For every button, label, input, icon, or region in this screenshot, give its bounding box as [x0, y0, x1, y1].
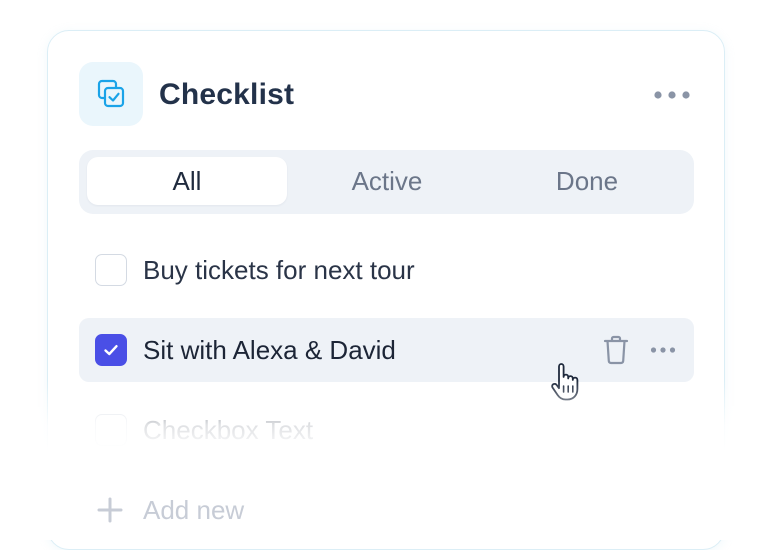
item-checkbox[interactable]: [95, 414, 127, 446]
list-item[interactable]: Checkbox Text: [79, 398, 694, 462]
trash-icon: [603, 335, 629, 365]
item-label: Sit with Alexa & David: [143, 335, 396, 365]
tab-active[interactable]: Active: [287, 157, 487, 205]
checklist-icon-box: [79, 62, 143, 126]
item-checkbox[interactable]: [95, 334, 127, 366]
tab-all[interactable]: All: [87, 157, 287, 205]
item-checkbox[interactable]: [95, 254, 127, 286]
list-item[interactable]: Sit with Alexa & David: [79, 318, 694, 382]
delete-item-button[interactable]: [601, 334, 631, 366]
item-more-button[interactable]: [647, 338, 679, 362]
list-item[interactable]: Buy tickets for next tour: [79, 238, 694, 302]
item-label: Buy tickets for next tour: [143, 255, 415, 285]
add-new-label: Add new: [143, 494, 245, 525]
check-icon: [104, 345, 118, 356]
more-horizontal-icon: [654, 91, 690, 99]
plus-icon: [95, 495, 125, 525]
header-more-button[interactable]: [650, 82, 694, 108]
item-label: Checkbox Text: [143, 415, 314, 445]
add-new-button[interactable]: Add new: [95, 490, 244, 530]
checklist-icon: [97, 79, 125, 108]
tab-done[interactable]: Done: [487, 157, 687, 205]
filter-tabs: All Active Done: [79, 150, 694, 214]
more-horizontal-icon: [650, 347, 676, 353]
page-title: Checklist: [159, 78, 295, 111]
